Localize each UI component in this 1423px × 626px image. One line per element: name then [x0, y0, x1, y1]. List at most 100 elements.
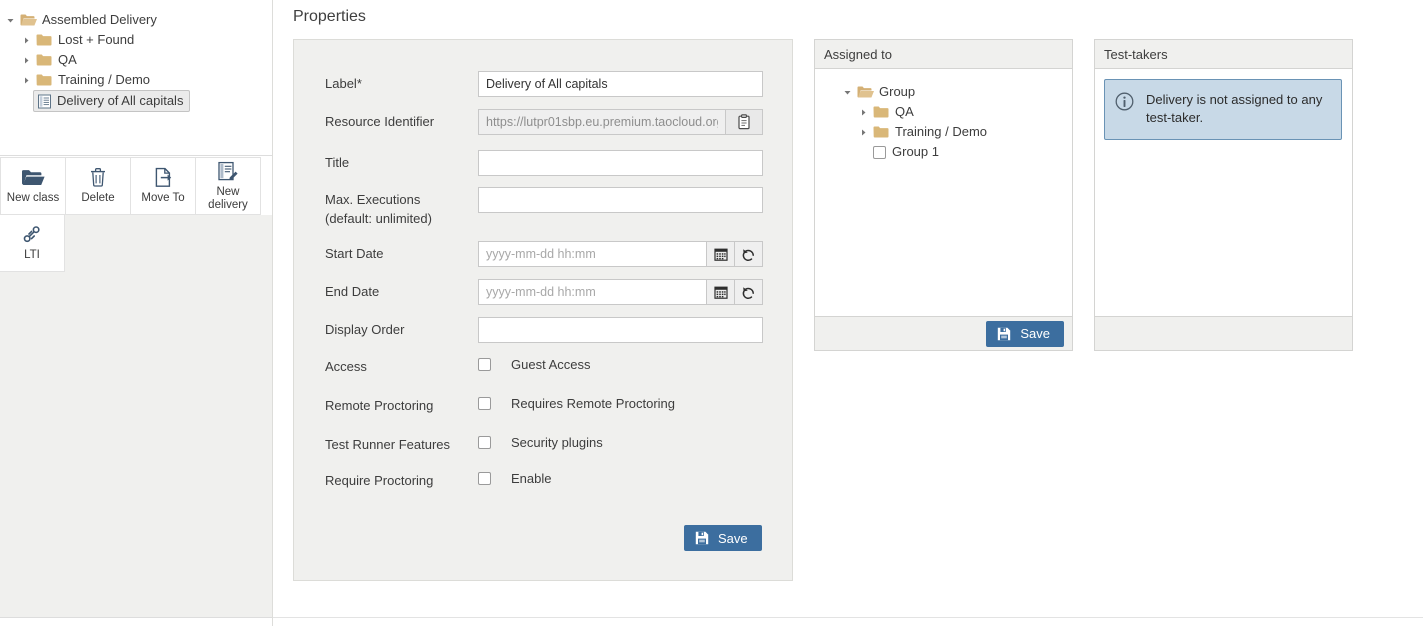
form-label-end-date: End Date — [325, 279, 478, 302]
folder-icon — [36, 33, 53, 47]
lti-button[interactable]: LTI — [0, 214, 65, 272]
max-executions-input[interactable] — [478, 187, 763, 213]
chevron-right-icon[interactable] — [20, 74, 33, 87]
clipboard-copy-icon[interactable] — [726, 109, 763, 135]
sidebar-background-lower — [0, 276, 272, 618]
form-label-title: Title — [325, 150, 478, 173]
reset-arrow-icon[interactable] — [735, 241, 763, 267]
page-title: Properties — [293, 8, 366, 26]
assigned-tree-item-group[interactable]: Group — [827, 82, 1062, 102]
left-sidebar: Assembled Delivery Lost + Found — [0, 0, 273, 626]
form-row-display-order: Display Order — [325, 317, 780, 343]
display-order-input[interactable] — [478, 317, 763, 343]
calendar-icon[interactable] — [707, 241, 735, 267]
tree-spacer — [857, 146, 870, 159]
title-field-wrap — [478, 150, 763, 176]
tool-label-line1: New — [216, 186, 239, 198]
tool-label-line2: delivery — [208, 199, 248, 211]
assigned-tree-item-qa[interactable]: QA — [827, 102, 1062, 122]
resource-identifier-input[interactable] — [478, 109, 726, 135]
form-label-require-proctoring: Require Proctoring — [325, 468, 478, 491]
remote-proctoring-row: Requires Remote Proctoring — [478, 393, 675, 414]
guest-access-row: Guest Access — [478, 354, 590, 375]
assigned-to-title: Assigned to — [815, 40, 1072, 69]
move-to-icon — [153, 166, 174, 189]
chevron-down-icon[interactable] — [4, 14, 17, 27]
folder-icon — [36, 73, 53, 87]
tree-item-assembled-delivery[interactable]: Assembled Delivery — [0, 10, 272, 30]
security-plugins-checkbox[interactable] — [478, 436, 491, 449]
trash-icon — [88, 166, 108, 189]
tool-label: Move To — [139, 192, 186, 205]
assigned-to-tree: Group QA — [815, 69, 1072, 316]
enable-label: Enable — [511, 468, 551, 489]
label-input[interactable] — [478, 71, 763, 97]
folder-open-icon — [857, 85, 874, 99]
form-row-title: Title — [325, 150, 780, 176]
chevron-right-icon[interactable] — [20, 34, 33, 47]
chevron-right-icon[interactable] — [20, 54, 33, 67]
test-takers-footer — [1095, 316, 1352, 350]
tree-item-delivery-of-all-capitals[interactable]: Delivery of All capitals — [0, 91, 272, 111]
tree-item-qa[interactable]: QA — [0, 50, 272, 70]
floppy-save-icon — [695, 531, 709, 545]
form-label-access: Access — [325, 354, 478, 377]
form-row-end-date: End Date — [325, 279, 780, 305]
tree-item-training-demo[interactable]: Training / Demo — [0, 70, 272, 90]
move-to-button[interactable]: Move To — [130, 157, 196, 215]
delete-button[interactable]: Delete — [65, 157, 131, 215]
required-marker: * — [357, 76, 362, 91]
chevron-right-icon[interactable] — [857, 126, 870, 139]
form-row-max-executions: Max. Executions (default: unlimited) — [325, 187, 780, 229]
security-plugins-label: Security plugins — [511, 432, 603, 453]
info-circle-icon — [1115, 92, 1134, 114]
folder-icon — [36, 53, 53, 67]
assigned-tree-item-training-demo[interactable]: Training / Demo — [827, 122, 1062, 142]
main-content: Properties Label* Resource Identifier — [273, 0, 1423, 626]
assigned-to-footer: Save — [815, 316, 1072, 350]
form-row-label: Label* — [325, 71, 780, 97]
test-takers-info-message: Delivery is not assigned to any test-tak… — [1104, 79, 1342, 140]
calendar-icon[interactable] — [707, 279, 735, 305]
security-plugins-row: Security plugins — [478, 432, 603, 453]
require-proctoring-checkbox[interactable] — [478, 472, 491, 485]
new-class-button[interactable]: New class — [0, 157, 66, 215]
form-label-label: Label* — [325, 71, 478, 94]
form-row-remote-proctoring: Remote Proctoring Requires Remote Procto… — [325, 393, 780, 416]
action-toolbar: New class Delete — [0, 157, 272, 271]
form-label-test-runner-features: Test Runner Features — [325, 432, 478, 455]
properties-save-label: Save — [718, 531, 748, 546]
assigned-tree-item-group-1[interactable]: Group 1 — [827, 142, 1062, 162]
new-folder-icon — [21, 166, 45, 189]
new-delivery-icon — [217, 160, 239, 183]
title-input[interactable] — [478, 150, 763, 176]
tree-item-lost-and-found[interactable]: Lost + Found — [0, 30, 272, 50]
tree-item-label: Delivery of All capitals — [57, 91, 183, 111]
properties-save-wrap: Save — [684, 525, 762, 551]
group-1-checkbox[interactable] — [873, 146, 886, 159]
tree-item-label: Training / Demo — [58, 70, 150, 90]
new-delivery-button[interactable]: Newdelivery — [195, 157, 261, 215]
tree-spacer — [20, 95, 33, 108]
max-executions-line2: (default: unlimited) — [325, 211, 432, 226]
properties-save-button[interactable]: Save — [684, 525, 762, 551]
assigned-to-panel: Assigned to Group — [814, 39, 1073, 351]
form-label-max-executions: Max. Executions (default: unlimited) — [325, 187, 478, 229]
display-order-field-wrap — [478, 317, 763, 343]
reset-arrow-icon[interactable] — [735, 279, 763, 305]
form-label-resource-identifier: Resource Identifier — [325, 109, 478, 132]
bottom-divider — [273, 617, 1423, 618]
tree-item-label: QA — [58, 50, 77, 70]
remote-proctoring-checkbox[interactable] — [478, 397, 491, 410]
assigned-to-save-button[interactable]: Save — [986, 321, 1064, 347]
tool-label: Newdelivery — [206, 186, 250, 211]
max-executions-field-wrap — [478, 187, 763, 213]
guest-access-checkbox[interactable] — [478, 358, 491, 371]
start-date-input[interactable] — [478, 241, 707, 267]
end-date-input[interactable] — [478, 279, 707, 305]
chevron-down-icon[interactable] — [841, 86, 854, 99]
form-row-test-runner-features: Test Runner Features Security plugins — [325, 432, 780, 455]
folder-icon — [873, 105, 890, 119]
chevron-right-icon[interactable] — [857, 106, 870, 119]
form-label-start-date: Start Date — [325, 241, 478, 264]
